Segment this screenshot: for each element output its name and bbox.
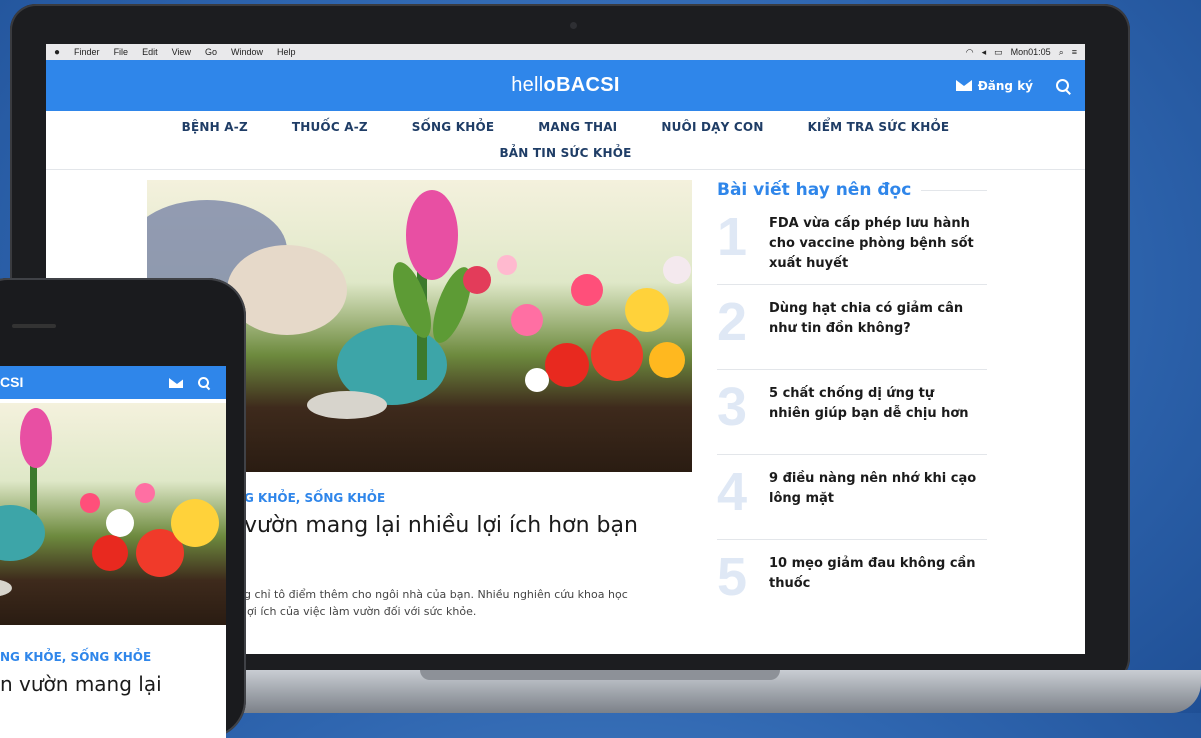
register-label: Đăng ký [977,78,1033,93]
article-title[interactable]: vườn mang lại nhiều lợi ích hơn bạn [244,513,638,538]
logo-mark: o [543,74,557,96]
article-desc-line-1: g chỉ tô điểm thêm cho ngôi nhà của bạn.… [244,588,628,601]
recommended-item[interactable]: 4 9 điều nàng nên nhớ khi cạo lông mặt [717,455,987,540]
volume-icon[interactable]: ◂ [982,47,987,58]
rec-number: 2 [717,292,748,352]
main-nav: BỆNH A-Z THUỐC A-Z SỐNG KHỎE MANG THAI N… [46,111,1085,170]
article-description: g chỉ tô điểm thêm cho ngôi nhà của bạn.… [244,586,704,620]
menu-file[interactable]: File [114,47,129,57]
rec-title[interactable]: 5 chất chống dị ứng tự nhiên giúp bạn dễ… [769,384,979,424]
header-actions: Đăng ký [955,60,1071,111]
rec-title[interactable]: 9 điều nàng nên nhớ khi cạo lông mặt [769,469,979,509]
nav-row-2: BẢN TIN SỨC KHỎE [46,134,1085,160]
nav-nuoi-day-con[interactable]: NUÔI DẠY CON [661,120,763,134]
phone-header: CSI [0,366,226,399]
menubar-clock[interactable]: Mon01:05 [1011,47,1051,57]
rec-number: 4 [717,462,748,522]
recommended-item[interactable]: 1 FDA vừa cấp phép lưu hành cho vaccine … [717,200,987,285]
nav-song-khoe[interactable]: SỐNG KHỎE [412,120,494,134]
sidebar-title-text: Bài viết hay nên đọc [717,180,912,200]
rec-title[interactable]: Dùng hạt chia có giảm cân như tin đồn kh… [769,299,979,339]
battery-icon[interactable]: ▭ [994,47,1003,58]
menu-go[interactable]: Go [205,47,217,57]
mail-icon[interactable] [169,377,185,388]
nav-row-1: BỆNH A-Z THUỐC A-Z SỐNG KHỎE MANG THAI N… [46,111,1085,134]
camera-icon [570,22,577,29]
nav-benh-az[interactable]: BỆNH A-Z [182,120,248,134]
rec-number: 5 [717,547,748,607]
nav-kiem-tra-suc-khoe[interactable]: KIỂM TRA SỨC KHỎE [808,120,950,134]
phone-hero-image[interactable] [0,403,226,625]
search-icon[interactable] [197,376,210,389]
logo-prefix: hell [511,74,544,96]
menubar-status: ◠ ◂ ▭ Mon01:05 ⌕ ≡ [966,47,1077,58]
garden-illustration-small [0,408,219,597]
phone-logo[interactable]: CSI [0,374,23,390]
wifi-icon[interactable]: ◠ [966,47,974,58]
recommended-item[interactable]: 3 5 chất chống dị ứng tự nhiên giúp bạn … [717,370,987,455]
nav-thuoc-az[interactable]: THUỐC A-Z [292,120,368,134]
rec-title[interactable]: FDA vừa cấp phép lưu hành cho vaccine ph… [769,214,979,274]
phone-article-category[interactable]: NG KHỎE, SỐNG KHỎE [0,650,151,664]
mail-icon [955,80,972,91]
menu-edit[interactable]: Edit [142,47,158,57]
phone-speaker [12,324,56,328]
spotlight-icon[interactable]: ⌕ [1059,47,1064,58]
article-category[interactable]: G KHỎE, SỐNG KHỎE [244,491,385,505]
site-logo[interactable]: helloBACSI [511,74,620,97]
site-header: helloBACSI Đăng ký [46,60,1085,111]
recommended-sidebar: Bài viết hay nên đọc 1 FDA vừa cấp phép … [717,180,987,624]
menu-view[interactable]: View [172,47,191,57]
logo-suffix: BACSI [556,74,620,96]
rec-number: 1 [717,207,748,267]
mac-menubar: ● Finder File Edit View Go Window Help ◠… [46,44,1085,60]
phone-header-actions [169,376,210,389]
phone-article-title[interactable]: n vườn mang lại [0,672,162,696]
recommended-item[interactable]: 2 Dùng hạt chia có giảm cân như tin đồn … [717,285,987,370]
search-icon[interactable] [1055,78,1071,94]
menu-window[interactable]: Window [231,47,263,57]
article-desc-line-2: lợi ích của việc làm vườn đối với sức kh… [244,605,477,618]
sidebar-title: Bài viết hay nên đọc [717,180,987,200]
register-button[interactable]: Đăng ký [955,78,1033,93]
menu-finder[interactable]: Finder [74,47,100,57]
nav-ban-tin-suc-khoe[interactable]: BẢN TIN SỨC KHỎE [499,146,631,160]
recommended-item[interactable]: 5 10 mẹo giảm đau không cần thuốc [717,540,987,624]
phone-device: CSI [0,278,246,738]
rec-number: 3 [717,377,748,437]
laptop-notch [420,670,780,680]
list-icon[interactable]: ≡ [1072,47,1077,57]
rec-title[interactable]: 10 mẹo giảm đau không cần thuốc [769,554,979,594]
apple-icon[interactable]: ● [54,47,60,58]
menu-help[interactable]: Help [277,47,296,57]
nav-mang-thai[interactable]: MANG THAI [538,120,617,134]
